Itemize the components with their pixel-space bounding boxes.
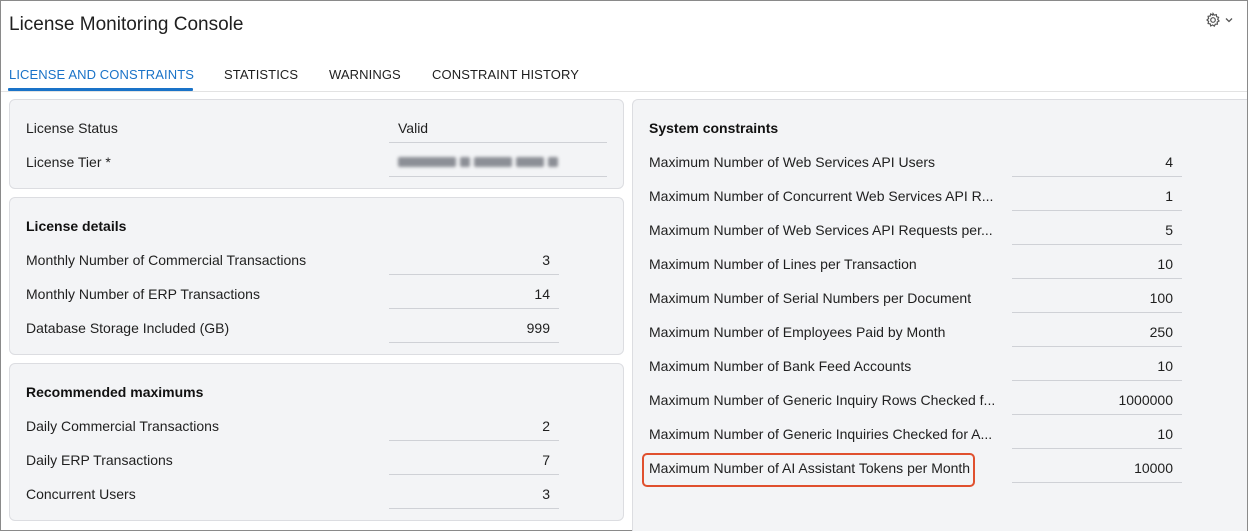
constraint-label: Maximum Number of Lines per Transaction (649, 256, 917, 272)
tab-statistics[interactable]: STATISTICS (224, 67, 298, 82)
tab-constraint-history[interactable]: CONSTRAINT HISTORY (432, 67, 579, 82)
license-status-label: License Status (26, 120, 118, 136)
page-title: License Monitoring Console (9, 14, 244, 35)
active-tab-indicator (8, 88, 193, 91)
detail-value: 999 (526, 320, 550, 336)
license-tier-label: License Tier * (26, 154, 111, 170)
license-status-value: Valid (398, 120, 429, 136)
detail-label: Monthly Number of Commercial Transaction… (26, 252, 307, 268)
constraint-value: 10 (1157, 358, 1173, 374)
constraint-label: Maximum Number of Serial Numbers per Doc… (649, 290, 972, 306)
recommended-label: Concurrent Users (26, 486, 136, 502)
constraint-label: Maximum Number of Bank Feed Accounts (649, 358, 912, 374)
recommended-heading: Recommended maximums (26, 384, 204, 400)
system-constraints-heading: System constraints (649, 120, 779, 136)
detail-value: 14 (534, 286, 550, 302)
field-underline (1012, 414, 1182, 415)
field-underline (389, 474, 559, 475)
console-window: License Monitoring Console LICENSE AND C… (0, 0, 1248, 531)
field-underline (389, 176, 607, 177)
field-underline (1012, 176, 1182, 177)
constraint-value: 5 (1165, 222, 1173, 238)
field-underline (1012, 380, 1182, 381)
constraint-value: 1 (1165, 188, 1173, 204)
field-underline (389, 508, 559, 509)
constraint-value: 1000000 (1118, 392, 1173, 408)
detail-label: Monthly Number of ERP Transactions (26, 286, 260, 302)
constraint-value: 100 (1149, 290, 1173, 306)
chevron-down-icon[interactable] (1224, 15, 1234, 25)
constraint-label: Maximum Number of Generic Inquiry Rows C… (649, 392, 996, 408)
field-underline (389, 342, 559, 343)
constraint-value: 10 (1157, 426, 1173, 442)
constraint-value: 250 (1149, 324, 1173, 340)
constraint-label: Maximum Number of Generic Inquiries Chec… (649, 426, 993, 442)
constraint-value: 10000 (1134, 460, 1173, 476)
recommended-label: Daily Commercial Transactions (26, 418, 219, 434)
field-underline (1012, 448, 1182, 449)
field-underline (1012, 482, 1182, 483)
license-tier-value-redacted (398, 155, 566, 169)
constraint-label: Maximum Number of Employees Paid by Mont… (649, 324, 946, 340)
field-underline (1012, 346, 1182, 347)
field-underline (1012, 278, 1182, 279)
field-underline (389, 142, 607, 143)
recommended-value: 7 (542, 452, 550, 468)
field-underline (389, 308, 559, 309)
field-underline (389, 274, 559, 275)
license-details-heading: License details (26, 218, 127, 234)
field-underline (389, 440, 559, 441)
gear-icon[interactable] (1205, 12, 1221, 28)
settings-menu[interactable] (1205, 10, 1239, 30)
tab-license-and-constraints[interactable]: LICENSE AND CONSTRAINTS (9, 67, 194, 82)
constraint-value: 10 (1157, 256, 1173, 272)
constraint-label: Maximum Number of Web Services API Reque… (649, 222, 993, 238)
detail-label: Database Storage Included (GB) (26, 320, 230, 336)
highlight-box (642, 453, 975, 487)
recommended-value: 3 (542, 486, 550, 502)
tab-warnings[interactable]: WARNINGS (329, 67, 401, 82)
detail-value: 3 (542, 252, 550, 268)
constraint-label: Maximum Number of Concurrent Web Service… (649, 188, 994, 204)
field-underline (1012, 312, 1182, 313)
tab-bar: LICENSE AND CONSTRAINTS STATISTICS WARNI… (1, 57, 1247, 92)
recommended-value: 2 (542, 418, 550, 434)
constraint-label: Maximum Number of Web Services API Users (649, 154, 936, 170)
field-underline (1012, 244, 1182, 245)
field-underline (1012, 210, 1182, 211)
recommended-label: Daily ERP Transactions (26, 452, 173, 468)
constraint-value: 4 (1165, 154, 1173, 170)
